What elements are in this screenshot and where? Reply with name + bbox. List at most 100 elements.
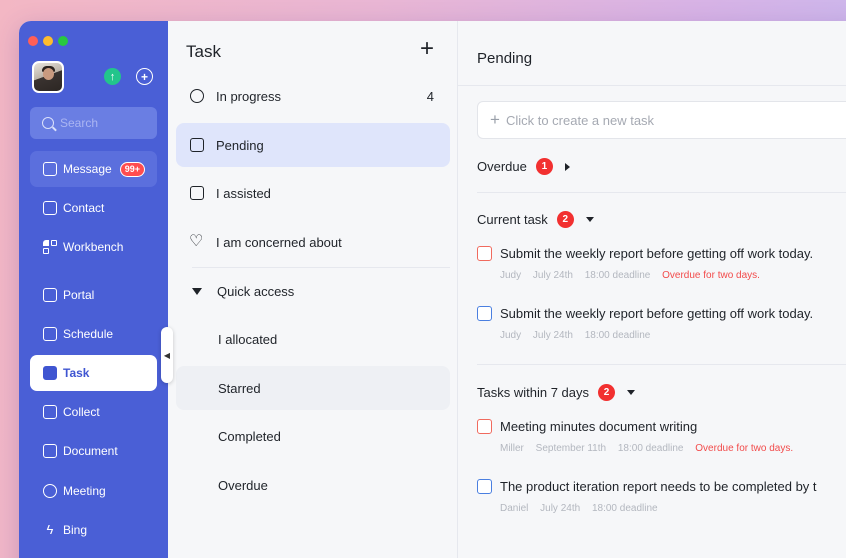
task-date: September 11th — [535, 443, 607, 454]
collect-icon — [43, 405, 57, 419]
section-tasks-within-7-days[interactable]: Tasks within 7 days 2 — [477, 384, 635, 401]
sidebar-item-meeting[interactable]: Meeting — [30, 473, 157, 509]
window-close-button[interactable] — [28, 36, 38, 46]
task-checkbox[interactable] — [477, 419, 492, 434]
new-task-input[interactable]: + Click to create a new task — [477, 101, 846, 139]
window-minimize-button[interactable] — [43, 36, 53, 46]
sidebar-item-message[interactable]: Message 99+ — [30, 151, 157, 187]
sidebar-item-schedule[interactable]: Schedule — [30, 316, 157, 352]
sidebar-item-portal[interactable]: Portal — [30, 277, 157, 313]
task-filter-pending[interactable]: Pending — [176, 123, 450, 167]
sidebar: ↑ + Search Message 99+ Contact Workbench… — [19, 21, 168, 558]
document-icon — [43, 444, 57, 458]
sidebar-item-collect[interactable]: Collect — [30, 394, 157, 430]
task-title: Submit the weekly report before getting … — [500, 306, 814, 321]
window-maximize-button[interactable] — [58, 36, 68, 46]
bolt-icon: ϟ — [46, 522, 54, 537]
task-filter-in-progress[interactable]: In progress 4 — [176, 74, 450, 118]
caret-down-icon — [192, 287, 202, 295]
divider — [477, 192, 846, 193]
collapse-sidebar-handle[interactable]: ◀ — [161, 327, 173, 383]
sidebar-item-document[interactable]: Document — [30, 433, 157, 469]
add-task-button[interactable]: + — [420, 37, 434, 61]
quick-access-completed[interactable]: Completed — [176, 414, 450, 458]
sidebar-item-bing[interactable]: ϟ Bing — [30, 512, 157, 548]
divider — [192, 267, 450, 268]
task-overdue-status: Overdue for two days. — [695, 443, 794, 454]
section-count-badge: 2 — [598, 384, 615, 401]
meeting-icon — [43, 484, 57, 498]
sidebar-item-label: Contact — [63, 201, 105, 215]
task-date: July 24th — [532, 330, 573, 341]
sidebar-item-contact[interactable]: Contact — [30, 190, 157, 226]
task-panel: Task + In progress 4 Pending I assisted … — [168, 21, 458, 558]
task-item[interactable]: Submit the weekly report before getting … — [477, 246, 846, 281]
search-placeholder: Search — [60, 116, 99, 130]
quick-access-item-label: Overdue — [218, 477, 268, 493]
add-circle-icon[interactable]: + — [136, 68, 153, 85]
section-label: Current task — [477, 212, 548, 227]
progress-icon — [190, 89, 204, 103]
task-assignee: Judy — [500, 270, 522, 281]
new-task-placeholder: Click to create a new task — [505, 112, 655, 128]
task-overdue-status: Overdue for two days. — [662, 270, 760, 281]
section-label: Tasks within 7 days — [477, 385, 589, 400]
sidebar-item-label: Message — [63, 162, 112, 176]
quick-access-label: Quick access — [217, 283, 295, 299]
task-checkbox[interactable] — [477, 306, 492, 321]
section-count-badge: 1 — [535, 158, 553, 175]
upload-icon[interactable]: ↑ — [104, 68, 121, 85]
task-title: The product iteration report needs to be… — [500, 479, 817, 494]
task-icon — [43, 366, 57, 380]
plus-icon: + — [490, 110, 500, 129]
task-checkbox[interactable] — [477, 479, 492, 494]
sidebar-item-label: Workbench — [63, 240, 124, 254]
assist-icon — [190, 186, 204, 200]
app-window: ↑ + Search Message 99+ Contact Workbench… — [19, 21, 846, 558]
task-filter-concerned[interactable]: I am concerned about — [176, 220, 450, 264]
chevron-down-icon — [627, 390, 635, 395]
task-assignee: Daniel — [500, 503, 529, 514]
search-input[interactable]: Search — [30, 107, 157, 139]
task-filter-i-assisted[interactable]: I assisted — [176, 171, 450, 215]
quick-access-overdue[interactable]: Overdue — [176, 463, 450, 507]
sidebar-item-label: Collect — [63, 405, 100, 419]
task-assignee: Miller — [500, 443, 524, 454]
sidebar-item-label: Task — [63, 366, 90, 380]
task-checkbox[interactable] — [477, 246, 492, 261]
task-deadline: 18:00 deadline — [617, 443, 684, 454]
section-overdue[interactable]: Overdue 1 — [477, 158, 570, 175]
sidebar-item-label: Schedule — [63, 327, 114, 341]
chevron-down-icon — [585, 217, 594, 222]
quick-access-starred[interactable]: Starred — [176, 366, 450, 410]
sidebar-item-label: Document — [63, 444, 118, 458]
task-item[interactable]: The product iteration report needs to be… — [477, 479, 846, 514]
task-item[interactable]: Meeting minutes document writing Miller … — [477, 419, 846, 454]
task-item[interactable]: Submit the weekly report before getting … — [477, 306, 846, 341]
search-icon — [42, 117, 54, 129]
task-filter-label: I am concerned about — [216, 234, 342, 250]
portal-icon — [43, 288, 57, 302]
workbench-icon — [43, 240, 57, 254]
avatar[interactable] — [32, 61, 64, 93]
quick-access-item-label: Completed — [218, 428, 281, 444]
pending-title: Pending — [477, 50, 533, 67]
section-count-badge: 2 — [556, 211, 574, 228]
task-filter-label: Pending — [216, 137, 264, 153]
contact-icon — [43, 201, 57, 215]
task-date: July 24th — [532, 270, 573, 281]
task-assignee: Judy — [500, 330, 522, 341]
message-badge: 99+ — [119, 161, 145, 177]
task-title: Submit the weekly report before getting … — [500, 246, 814, 261]
task-date: July 24th — [540, 503, 581, 514]
quick-access-item-label: I allocated — [218, 331, 278, 347]
task-filter-label: In progress — [216, 88, 282, 104]
sidebar-item-task[interactable]: Task — [30, 355, 157, 391]
section-current-task[interactable]: Current task 2 — [477, 211, 594, 228]
quick-access-i-allocated[interactable]: I allocated — [176, 317, 450, 361]
calendar-icon — [43, 327, 57, 341]
quick-access-item-label: Starred — [218, 380, 261, 396]
sidebar-item-workbench[interactable]: Workbench — [30, 229, 157, 265]
task-deadline: 18:00 deadline — [584, 330, 651, 341]
quick-access-toggle[interactable]: Quick access — [176, 269, 450, 313]
